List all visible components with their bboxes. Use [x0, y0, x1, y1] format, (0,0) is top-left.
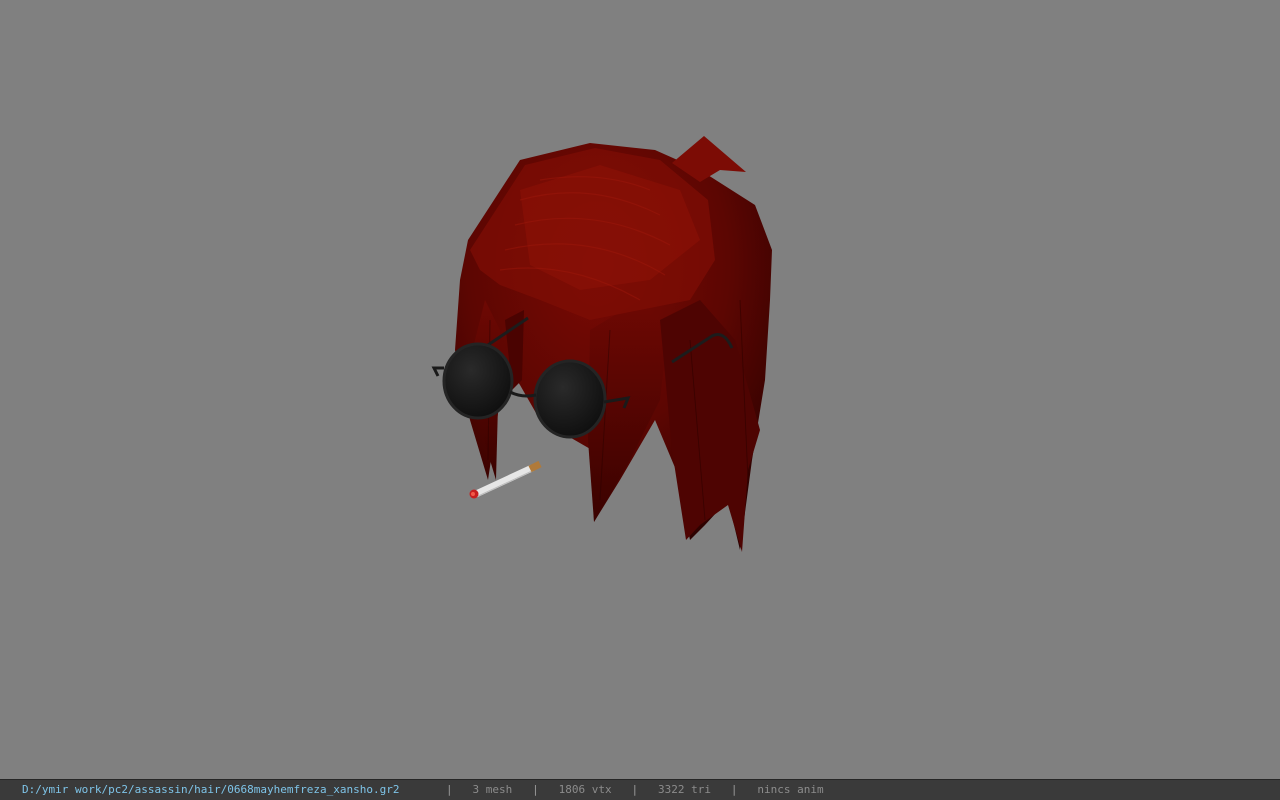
cigarette — [469, 460, 542, 499]
separator: | — [730, 783, 738, 796]
vertex-count: 1806 vtx — [558, 783, 612, 796]
file-path: D:/ymir work/pc2/assassin/hair/0668mayhe… — [22, 783, 400, 796]
separator: | — [446, 783, 453, 796]
separator: | — [631, 783, 639, 796]
anim-status: nincs anim — [757, 783, 824, 796]
3d-viewport[interactable] — [0, 0, 1280, 779]
model-render[interactable] — [0, 0, 1280, 779]
triangle-count: 3322 tri — [657, 783, 711, 796]
model-stats: | 3 mesh | 1806 vtx | 3322 tri | nincs a… — [446, 780, 824, 800]
status-bar: D:/ymir work/pc2/assassin/hair/0668mayhe… — [0, 779, 1280, 800]
mesh-count: 3 mesh — [472, 783, 513, 796]
hair-mesh — [455, 136, 772, 552]
separator: | — [532, 783, 539, 796]
